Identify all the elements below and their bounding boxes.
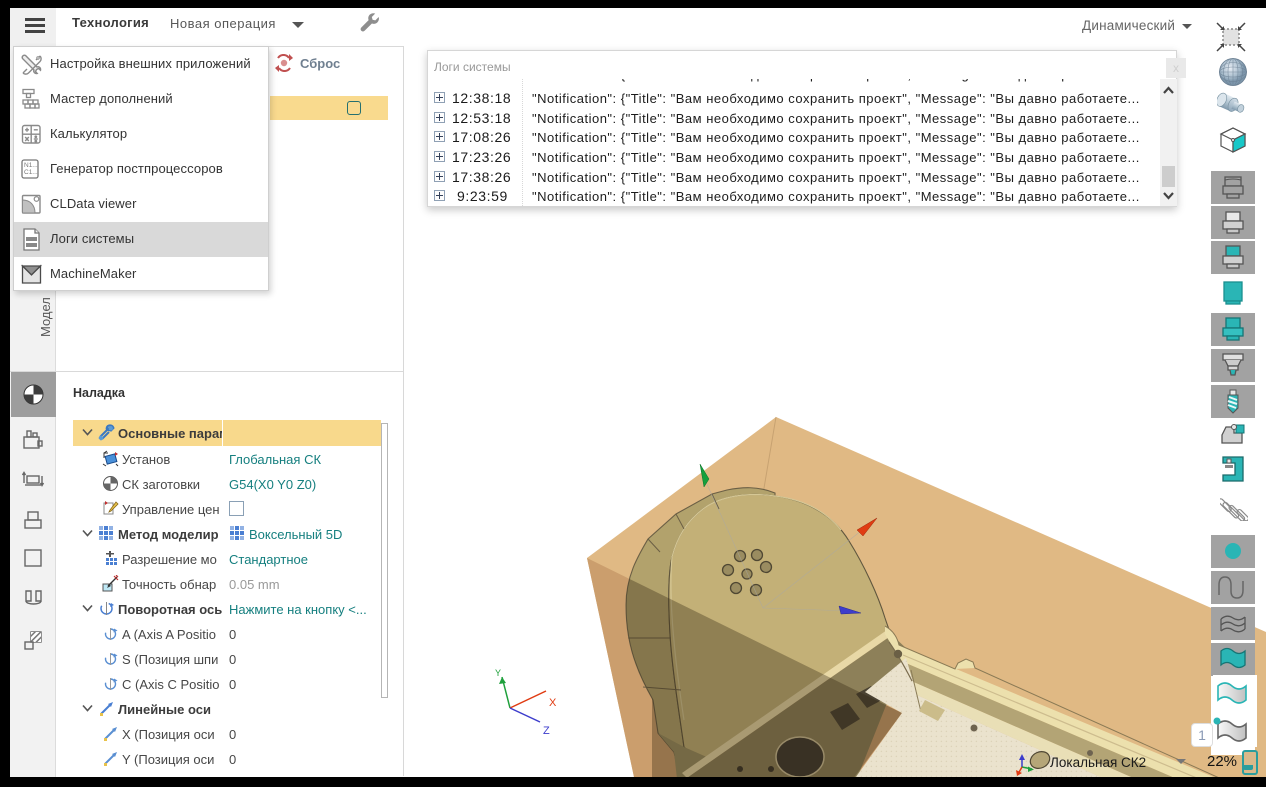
svg-text:Z: Z xyxy=(543,725,550,737)
svg-text:Y: Y xyxy=(495,668,501,678)
svg-text:N1...: N1... xyxy=(24,162,38,169)
svg-text:C1...: C1... xyxy=(24,169,38,176)
svg-text:X: X xyxy=(549,697,557,709)
